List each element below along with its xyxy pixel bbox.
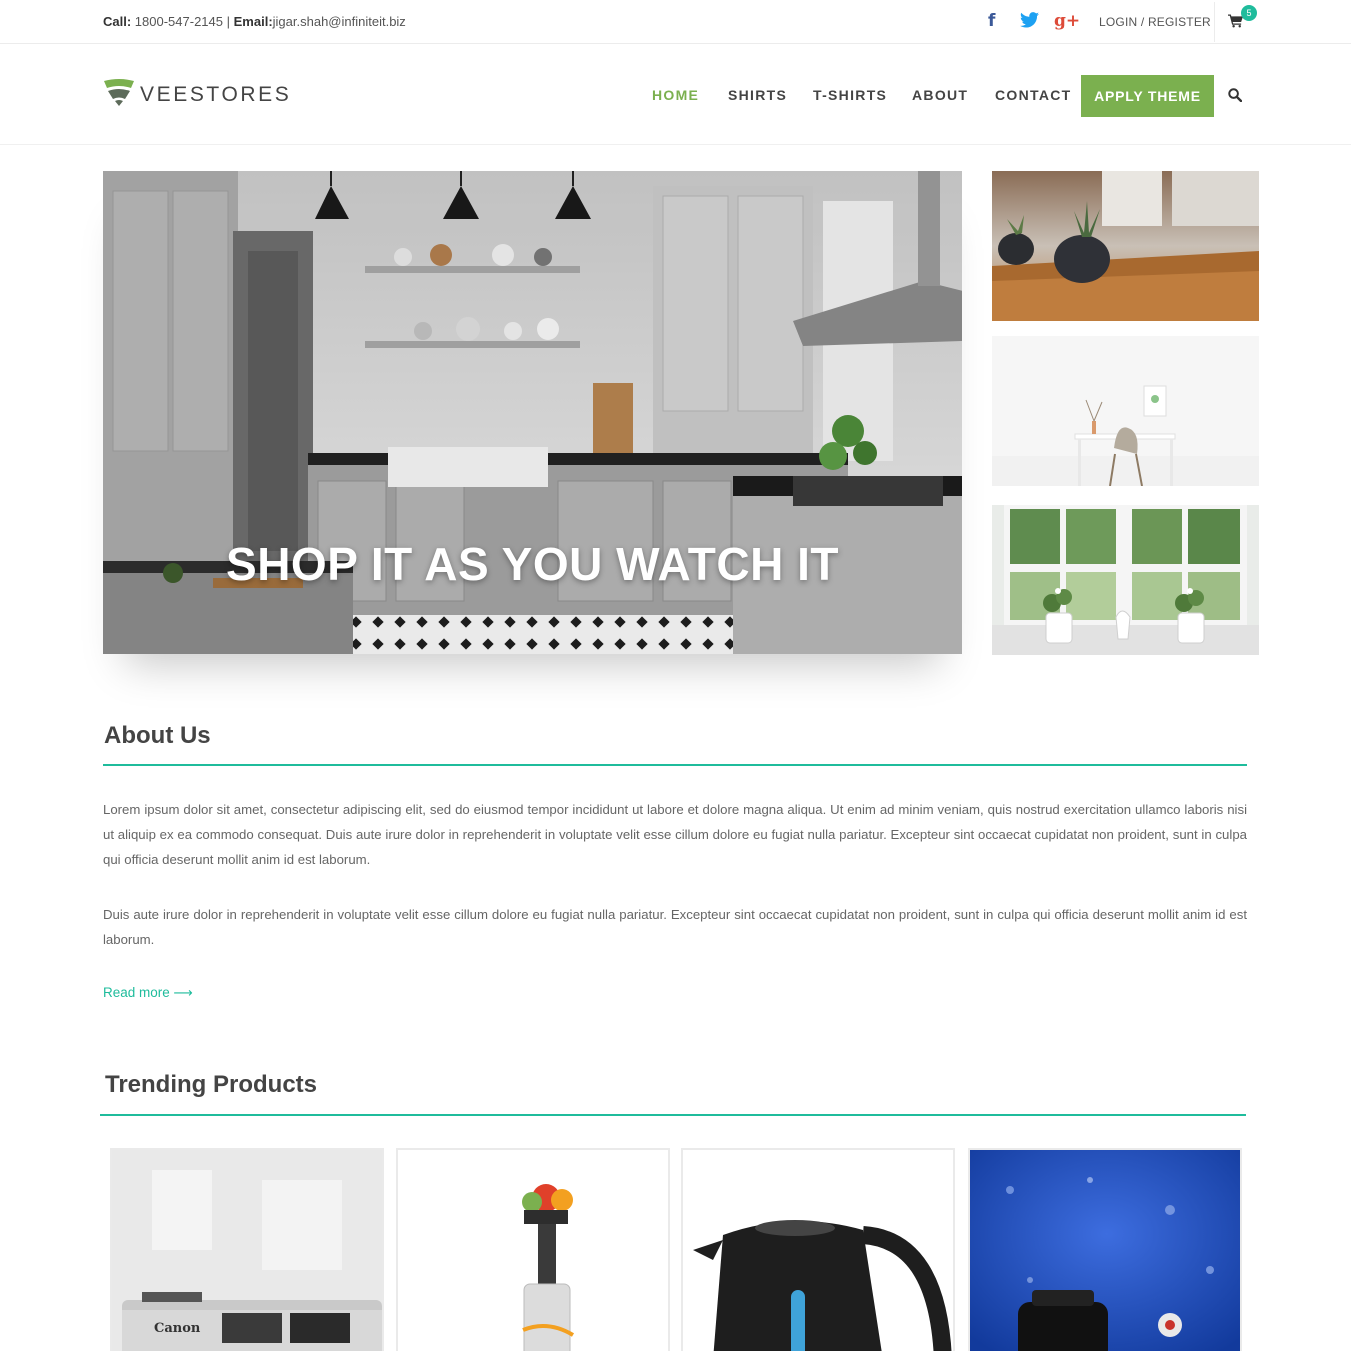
side-banner-desk[interactable] [992,336,1259,486]
trending-products-divider [100,1114,1246,1116]
veestores-logo-icon[interactable] [103,79,135,112]
cart-count-badge: 5 [1241,5,1257,21]
login-register-link[interactable]: LOGIN / REGISTER [1099,15,1211,29]
email-address[interactable]: jigar.shah@infiniteit.biz [273,14,406,29]
nav-t-shirts[interactable]: T-SHIRTS [813,87,887,103]
hero-caption: SHOP IT AS YOU WATCH IT [226,538,839,590]
window-flowers-image [992,505,1259,655]
email-label: Email: [233,14,273,29]
contact-divider: | [226,14,231,29]
top-bar: Call: 1800-547-2145 | Email:jigar.shah@i… [0,0,1351,44]
product-card-juicer[interactable] [396,1148,670,1351]
product-card-kettle[interactable] [681,1148,955,1351]
product-card-camera[interactable]: Canon [110,1148,384,1351]
main-header: VEESTORES HOME SHIRTS T-SHIRTS ABOUT CON… [0,45,1351,145]
camera-brand-text: Canon [154,1321,201,1336]
plant-on-table-image [992,171,1259,321]
perfume-image [970,1150,1240,1351]
nav-contact[interactable]: CONTACT [995,87,1072,103]
juicer-image [398,1150,668,1351]
call-label: Call: [103,14,132,29]
camera-image: Canon [112,1150,382,1351]
nav-shirts[interactable]: SHIRTS [728,87,787,103]
kettle-image [683,1150,953,1351]
topbar-divider [1214,2,1215,42]
product-card-perfume[interactable] [968,1148,1242,1351]
cart-icon[interactable] [1228,14,1243,33]
search-icon[interactable] [1228,88,1243,107]
apply-theme-button[interactable]: APPLY THEME [1081,75,1214,117]
trending-products-title: Trending Products [105,1071,318,1098]
about-us-divider [103,764,1247,766]
contact-info: Call: 1800-547-2145 | Email:jigar.shah@i… [103,14,406,29]
brand-name[interactable]: VEESTORES [140,83,291,107]
about-us-title: About Us [104,722,211,749]
nav-about[interactable]: ABOUT [912,87,968,103]
hero-banner[interactable]: SHOP IT AS YOU WATCH IT [103,171,962,654]
nav-home[interactable]: HOME [652,87,699,103]
about-paragraph-1: Lorem ipsum dolor sit amet, consectetur … [103,802,1247,867]
read-more-link[interactable]: Read more ⟶ [103,985,193,1001]
side-banner-window[interactable] [992,505,1259,655]
facebook-icon[interactable]: f [988,11,995,31]
twitter-icon[interactable] [1020,12,1039,33]
phone-number[interactable]: 1800-547-2145 [135,14,223,29]
side-banner-plant[interactable] [992,171,1259,321]
about-paragraph-2: Duis aute irure dolor in reprehenderit i… [103,907,1247,947]
minimal-desk-image [992,336,1259,486]
google-plus-icon[interactable]: g+ [1054,11,1080,31]
